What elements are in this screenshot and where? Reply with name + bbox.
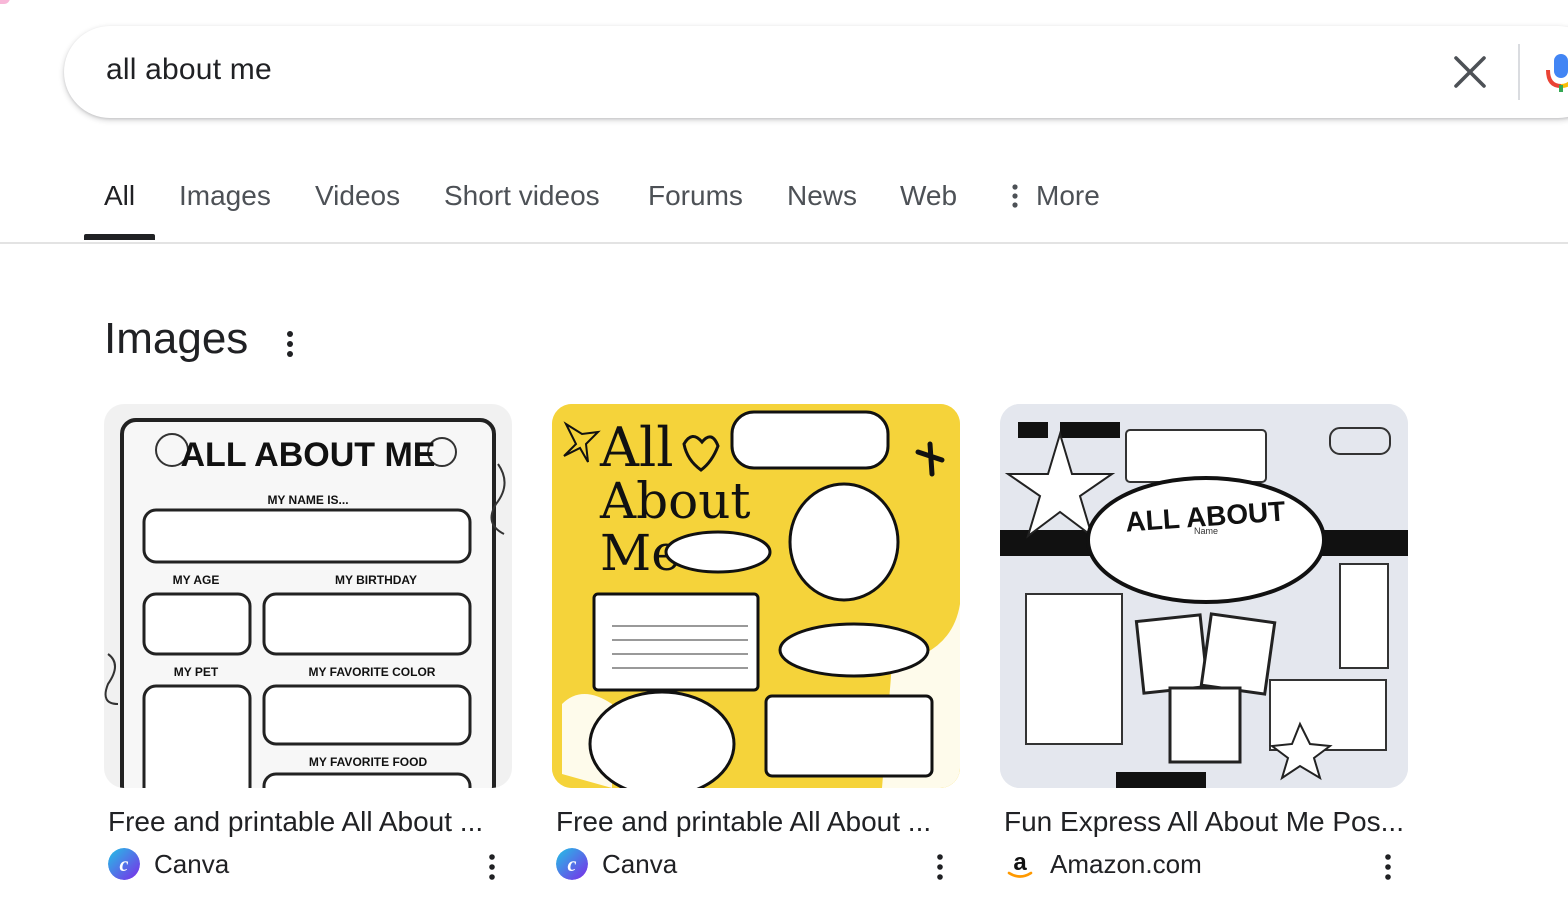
svg-text:c: c (568, 854, 577, 876)
tab-short-videos[interactable]: Short videos (444, 180, 600, 212)
tab-all[interactable]: All (104, 180, 135, 212)
search-tabs: All Images Videos Short videos Forums Ne… (0, 160, 1568, 244)
result-more-icon[interactable] (930, 852, 950, 882)
thumb-heading: About (599, 472, 751, 530)
thumb-label: MY AGE (173, 573, 220, 587)
search-divider (1518, 44, 1520, 100)
search-input[interactable]: all about me (106, 53, 272, 87)
thumb-label: MY FAVORITE COLOR (309, 665, 436, 679)
result-title[interactable]: Free and printable All About ... (556, 806, 931, 838)
image-thumbnail[interactable]: ALL ABOUT Name (1000, 404, 1408, 788)
tab-more[interactable]: More (1010, 180, 1100, 212)
clear-search-icon[interactable] (1448, 50, 1492, 94)
result-title[interactable]: Fun Express All About Me Pos... (1004, 806, 1404, 838)
images-section-title: Images (104, 314, 249, 363)
active-tab-indicator (84, 234, 155, 240)
image-result-card: All About Me Free and printable All Abou… (552, 404, 960, 880)
result-source[interactable]: c Canva (108, 848, 229, 880)
tab-videos[interactable]: Videos (315, 180, 400, 212)
result-title[interactable]: Free and printable All About ... (108, 806, 483, 838)
tab-web[interactable]: Web (900, 180, 957, 212)
tab-news[interactable]: News (787, 180, 857, 212)
microphone-icon[interactable] (1544, 52, 1568, 92)
source-name: Canva (602, 848, 678, 879)
search-bar[interactable]: all about me (64, 26, 1568, 118)
image-result-card: ALL ABOUT ME MY NAME IS... MY AGE MY BIR… (104, 404, 512, 880)
top-edge-decoration (0, 0, 10, 4)
image-thumbnail[interactable]: All About Me (552, 404, 960, 788)
canva-logo-icon: c (556, 848, 588, 880)
thumb-label: MY PET (174, 665, 219, 679)
image-thumbnail[interactable]: ALL ABOUT ME MY NAME IS... MY AGE MY BIR… (104, 404, 512, 788)
amazon-logo-icon: a (1007, 849, 1033, 878)
image-result-card: ALL ABOUT Name Fun Express All About Me … (1000, 404, 1408, 880)
more-vert-icon (1012, 184, 1018, 208)
canva-logo-icon: c (108, 848, 140, 880)
svg-text:c: c (120, 854, 129, 876)
thumb-label: MY NAME IS... (267, 493, 348, 507)
svg-text:a: a (1013, 849, 1027, 876)
tab-forums[interactable]: Forums (648, 180, 743, 212)
thumb-heading: ALL ABOUT ME (181, 436, 436, 474)
thumb-heading: All (599, 416, 674, 479)
result-source[interactable]: a Amazon.com (1004, 848, 1202, 880)
result-source[interactable]: c Canva (556, 848, 677, 880)
more-label: More (1036, 180, 1100, 211)
source-name: Canva (154, 848, 230, 879)
section-more-icon[interactable] (276, 328, 304, 360)
thumb-label: Name (1194, 526, 1218, 536)
result-more-icon[interactable] (1378, 852, 1398, 882)
thumb-label: MY FAVORITE FOOD (309, 755, 428, 769)
result-more-icon[interactable] (482, 852, 502, 882)
thumb-label: MY BIRTHDAY (335, 573, 417, 587)
tab-images[interactable]: Images (179, 180, 271, 212)
source-name: Amazon.com (1050, 848, 1202, 879)
